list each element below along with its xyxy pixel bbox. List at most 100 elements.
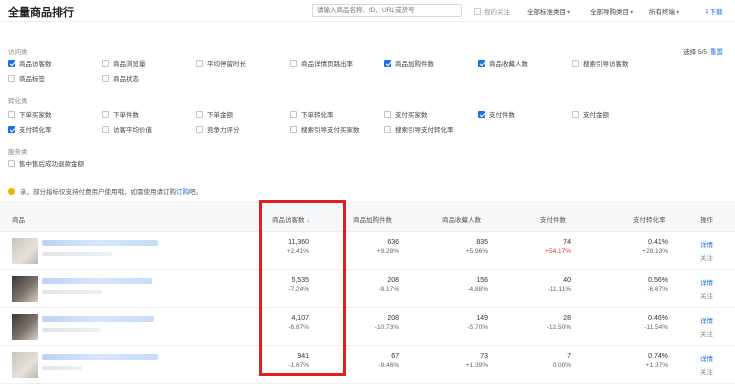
paid-feature-notice: 亲，部分指标仅支持付费用户使用哦，如需使用请订购 订购 吧。	[8, 186, 202, 196]
reset-link[interactable]: 重置	[710, 49, 723, 56]
checkbox-icon[interactable]	[8, 159, 15, 167]
detail-link[interactable]: 详情	[700, 353, 713, 363]
metric-value: 0.74%	[648, 353, 668, 360]
table-header: 商品 商品访客数 ↓ 商品加购件数 商品收藏人数 支付件数 支付转化率 操作	[0, 202, 735, 232]
my-follow-checkbox[interactable]: 我的关注	[474, 6, 510, 16]
metric-option[interactable]: 商品访客数	[8, 58, 52, 68]
subscribe-link[interactable]: 订购	[176, 186, 189, 196]
metric-option[interactable]: 商品加购件数	[384, 58, 434, 68]
checkbox-icon[interactable]	[290, 59, 297, 67]
metric-option[interactable]: 下单转化率	[290, 109, 334, 119]
checkbox-icon[interactable]	[384, 125, 391, 133]
checkbox-icon[interactable]	[290, 125, 297, 133]
guide-category-dropdown[interactable]: 全部导购类目▾	[590, 6, 633, 16]
metric-change: +9.28%	[376, 248, 399, 255]
checkbox-icon[interactable]	[572, 59, 579, 67]
download-button[interactable]: ⇩下载	[704, 6, 722, 16]
product-name-blurred[interactable]	[42, 316, 154, 322]
product-thumbnail[interactable]	[12, 238, 38, 264]
product-thumbnail[interactable]	[12, 352, 38, 378]
product-name-blurred[interactable]	[42, 278, 152, 284]
metric-option[interactable]: 商品浏览量	[102, 58, 146, 68]
sort-desc-icon[interactable]: ↓	[307, 217, 310, 224]
metric-option-label: 搜索引导访客数	[583, 61, 629, 68]
checkbox-box[interactable]	[474, 7, 481, 15]
checkbox-checked-icon[interactable]	[478, 110, 485, 118]
metric-option[interactable]: 访客平均价值	[102, 124, 152, 134]
metric-change: -9.17%	[378, 286, 399, 293]
group-label-service: 服务类	[8, 149, 28, 156]
product-thumbnail[interactable]	[12, 276, 38, 302]
my-follow-label: 我的关注	[484, 9, 510, 16]
metric-value: 5,535	[291, 277, 309, 284]
checkbox-icon[interactable]	[196, 125, 203, 133]
detail-link[interactable]: 详情	[700, 239, 713, 249]
metric-option-label: 商品访客数	[19, 61, 52, 68]
metric-option[interactable]: 支付件数	[478, 109, 515, 119]
metric-option[interactable]: 下单买家数	[8, 109, 52, 119]
favorites-cell: 73 +1.39%	[466, 353, 488, 369]
checkbox-icon[interactable]	[290, 110, 297, 118]
detail-link[interactable]: 详情	[700, 277, 713, 287]
checkbox-icon[interactable]	[8, 110, 15, 118]
checkbox-icon[interactable]	[102, 59, 109, 67]
metric-option[interactable]: 搜索引导支付买家数	[290, 124, 360, 134]
top-bar: 全量商品排行 我的关注 全部标准类目▾ 全部导购类目▾ 所有终端▾ ⇩下载	[0, 0, 735, 22]
metric-option[interactable]: 支付转化率	[8, 124, 52, 134]
metric-option[interactable]: 商品标签	[8, 73, 45, 83]
product-thumbnail[interactable]	[12, 314, 38, 340]
column-header-pay-items[interactable]: 支付件数	[540, 214, 566, 224]
metric-option[interactable]: 商品收藏人数	[478, 58, 528, 68]
follow-link[interactable]: 关注	[700, 252, 713, 262]
product-name-blurred[interactable]	[42, 240, 158, 246]
standard-category-dropdown[interactable]: 全部标准类目▾	[527, 6, 570, 16]
metric-option-label: 下单买家数	[19, 112, 52, 119]
checkbox-icon[interactable]	[8, 74, 15, 82]
checkbox-checked-icon[interactable]	[478, 59, 485, 67]
checkbox-icon[interactable]	[384, 110, 391, 118]
product-name-blurred[interactable]	[42, 354, 158, 360]
metric-value: 4,107	[291, 315, 309, 322]
search-input[interactable]	[312, 4, 462, 17]
metric-option-label: 支付买家数	[395, 112, 428, 119]
metric-option[interactable]: 平均停留时长	[196, 58, 246, 68]
metric-change: -9.46%	[378, 362, 399, 369]
checkbox-icon[interactable]	[196, 110, 203, 118]
follow-link[interactable]: 关注	[700, 328, 713, 338]
notice-suffix: 吧。	[189, 189, 202, 196]
metric-option[interactable]: 售中售后成功退款金额	[8, 158, 84, 168]
pay-items-cell: 40 -11.11%	[548, 277, 571, 293]
checkbox-checked-icon[interactable]	[8, 125, 15, 133]
column-header-visitors[interactable]: 商品访客数 ↓	[272, 214, 310, 224]
metric-option[interactable]: 搜索引导支付转化率	[384, 124, 454, 134]
table-row: 941 -1.67% 67 -9.46% 73 +1.39% 7 0.00% 0.74%…	[0, 346, 735, 384]
checkbox-icon[interactable]	[102, 74, 109, 82]
checkbox-icon[interactable]	[196, 59, 203, 67]
terminal-dropdown[interactable]: 所有终端▾	[649, 6, 679, 16]
metric-option[interactable]: 下单金额	[196, 109, 233, 119]
checkbox-checked-icon[interactable]	[8, 59, 15, 67]
detail-link[interactable]: 详情	[700, 315, 713, 325]
pay-items-cell: 28 -12.50%	[547, 315, 571, 331]
metric-option[interactable]: 支付金额	[572, 109, 609, 119]
metric-option[interactable]: 竞争力评分	[196, 124, 240, 134]
metric-option[interactable]: 商品状态	[102, 73, 139, 83]
checkbox-icon[interactable]	[102, 125, 109, 133]
metric-change: +54.17%	[545, 248, 571, 255]
column-header-pay-conversion[interactable]: 支付转化率	[633, 214, 666, 224]
follow-link[interactable]: 关注	[700, 290, 713, 300]
column-header-cart[interactable]: 商品加购件数	[353, 214, 392, 224]
metric-option[interactable]: 支付买家数	[384, 109, 428, 119]
checkbox-icon[interactable]	[102, 110, 109, 118]
chevron-down-icon: ▾	[567, 9, 571, 16]
metric-option[interactable]: 商品详情页跳出率	[290, 58, 353, 68]
metric-option[interactable]: 下单件数	[102, 109, 139, 119]
follow-link[interactable]: 关注	[700, 366, 713, 376]
table-row: 4,107 -6.87% 208 -10.73% 149 -5.70% 28 -12.5…	[0, 308, 735, 346]
checkbox-icon[interactable]	[572, 110, 579, 118]
metric-change: -10.73%	[374, 324, 399, 331]
checkbox-checked-icon[interactable]	[384, 59, 391, 67]
metric-option-label: 商品详情页跳出率	[301, 61, 353, 68]
column-header-favorites[interactable]: 商品收藏人数	[442, 214, 481, 224]
metric-option[interactable]: 搜索引导访客数	[572, 58, 629, 68]
